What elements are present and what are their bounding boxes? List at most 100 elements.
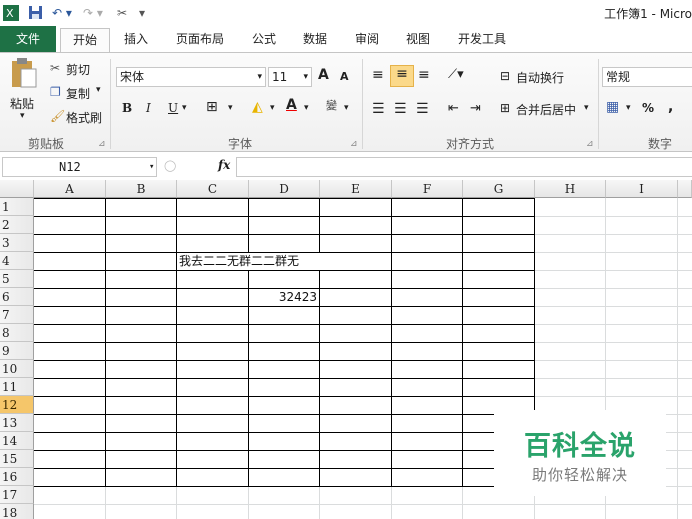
copy-button[interactable]: 复制 xyxy=(66,85,90,102)
number-format-select[interactable]: 常规 xyxy=(602,67,692,87)
chevron-down-icon[interactable]: ▾ xyxy=(149,158,154,176)
row-header[interactable]: 4 xyxy=(0,252,34,270)
align-top-icon[interactable]: ≡ xyxy=(372,67,384,83)
copy-icon[interactable]: ❐ xyxy=(50,85,61,99)
font-color-dropdown-icon[interactable]: ▾ xyxy=(304,103,309,113)
border-icon[interactable]: ⊞ xyxy=(206,99,218,115)
row-header[interactable]: 16 xyxy=(0,468,34,486)
tab-page-layout[interactable]: 页面布局 xyxy=(168,28,232,52)
formula-input[interactable] xyxy=(236,157,692,177)
row-header[interactable]: 15 xyxy=(0,450,34,468)
tab-view[interactable]: 视图 xyxy=(398,28,438,52)
percent-button[interactable]: % xyxy=(642,101,654,115)
row-header[interactable]: 1 xyxy=(0,198,34,216)
qat-dropdown-icon[interactable]: ▾ xyxy=(136,4,148,21)
accounting-icon[interactable]: ▦ xyxy=(606,99,619,115)
italic-button[interactable]: I xyxy=(146,101,151,115)
font-name-select[interactable]: 宋体 ▾ xyxy=(116,67,266,87)
align-right-icon[interactable]: ☰ xyxy=(416,101,429,117)
paste-button[interactable]: 粘贴 xyxy=(10,95,34,112)
tab-data[interactable]: 数据 xyxy=(295,28,335,52)
select-all-corner[interactable] xyxy=(0,180,34,198)
row-header[interactable]: 11 xyxy=(0,378,34,396)
column-header[interactable]: F xyxy=(392,180,463,198)
column-header[interactable]: D xyxy=(249,180,320,198)
row-header[interactable]: 2 xyxy=(0,216,34,234)
column-header[interactable]: A xyxy=(34,180,106,198)
cut-icon[interactable]: ✂ xyxy=(50,61,60,75)
row-header-selected[interactable]: 12 xyxy=(0,396,34,414)
cut-button[interactable]: 剪切 xyxy=(66,61,90,78)
column-header[interactable]: E xyxy=(320,180,392,198)
separator xyxy=(598,59,599,149)
comma-button[interactable]: , xyxy=(668,99,673,115)
save-icon[interactable] xyxy=(27,4,43,21)
row-header[interactable]: 6 xyxy=(0,288,34,306)
fill-color-dropdown-icon[interactable]: ▾ xyxy=(270,103,275,113)
column-header[interactable]: I xyxy=(606,180,678,198)
decrease-indent-icon[interactable]: ⇤ xyxy=(448,101,459,116)
row-header[interactable]: 3 xyxy=(0,234,34,252)
row-header[interactable]: 13 xyxy=(0,414,34,432)
row-header[interactable]: 7 xyxy=(0,306,34,324)
phonetic-dropdown-icon[interactable]: ▾ xyxy=(344,103,349,113)
merge-dropdown-icon[interactable]: ▾ xyxy=(584,103,589,113)
orientation-icon[interactable]: ⟋▾ xyxy=(448,67,464,82)
excel-app-icon[interactable]: X xyxy=(3,4,19,21)
tab-developer[interactable]: 开发工具 xyxy=(450,28,514,52)
border-dropdown-icon[interactable]: ▾ xyxy=(228,103,233,113)
tab-formulas[interactable]: 公式 xyxy=(244,28,284,52)
undo-icon[interactable]: ↶ ▾ xyxy=(49,4,75,21)
paste-dropdown-icon[interactable]: ▾ xyxy=(20,111,25,121)
name-box[interactable]: N12 ▾ xyxy=(2,157,157,177)
wrap-text-button[interactable]: 自动换行 xyxy=(516,69,564,86)
underline-dropdown-icon[interactable]: ▾ xyxy=(182,103,187,113)
tab-insert[interactable]: 插入 xyxy=(116,28,156,52)
row-header[interactable]: 8 xyxy=(0,324,34,342)
column-header[interactable]: B xyxy=(106,180,177,198)
row-header[interactable]: 10 xyxy=(0,360,34,378)
column-header[interactable]: H xyxy=(535,180,606,198)
row-header[interactable]: 17 xyxy=(0,486,34,504)
customize-icon[interactable]: ✂ xyxy=(112,4,132,21)
row-header[interactable]: 18 xyxy=(0,504,34,519)
paste-icon[interactable] xyxy=(10,57,38,92)
row-header[interactable]: 5 xyxy=(0,270,34,288)
tab-home[interactable]: 开始 xyxy=(60,28,110,52)
align-center-icon[interactable]: ☰ xyxy=(394,101,407,117)
merge-center-icon[interactable]: ⊞ xyxy=(500,101,510,115)
phonetic-icon[interactable]: 變 xyxy=(326,97,337,113)
column-header[interactable]: G xyxy=(463,180,535,198)
underline-button[interactable]: U xyxy=(168,101,178,115)
merge-center-button[interactable]: 合并后居中 xyxy=(516,101,576,118)
format-painter-icon[interactable]: 🖌 xyxy=(50,109,65,123)
shrink-font-button[interactable]: A xyxy=(340,70,349,83)
row-header[interactable]: 9 xyxy=(0,342,34,360)
row-header[interactable]: 14 xyxy=(0,432,34,450)
formula-bar-resize-icon[interactable]: ◯ xyxy=(164,159,176,172)
bold-button[interactable]: B xyxy=(122,101,132,115)
wrap-text-icon[interactable]: ⊟ xyxy=(500,69,510,83)
clipboard-launcher-icon[interactable]: ⊿ xyxy=(98,139,106,149)
align-middle-icon[interactable]: ≡ xyxy=(390,65,414,87)
tab-review[interactable]: 审阅 xyxy=(347,28,387,52)
redo-icon[interactable]: ↷ ▾ xyxy=(80,4,106,21)
tab-file[interactable]: 文件 xyxy=(0,26,56,52)
column-header[interactable] xyxy=(678,180,692,198)
insert-function-icon[interactable]: fx xyxy=(218,158,230,172)
alignment-launcher-icon[interactable]: ⊿ xyxy=(586,139,594,149)
format-painter-button[interactable]: 格式刷 xyxy=(66,109,102,126)
font-size-select[interactable]: 11 ▾ xyxy=(268,67,312,87)
copy-dropdown-icon[interactable]: ▾ xyxy=(96,85,101,95)
fill-color-icon[interactable]: ◭ xyxy=(252,99,263,115)
align-bottom-icon[interactable]: ≡ xyxy=(418,67,430,83)
font-launcher-icon[interactable]: ⊿ xyxy=(350,139,358,149)
accounting-dropdown-icon[interactable]: ▾ xyxy=(626,103,631,113)
increase-indent-icon[interactable]: ⇥ xyxy=(470,101,481,116)
cell-c4[interactable]: 我去二二无群二二群无 xyxy=(179,252,299,270)
column-header[interactable]: C xyxy=(177,180,249,198)
cell-d6[interactable]: 32423 xyxy=(249,288,317,306)
grow-font-button[interactable]: A xyxy=(318,67,329,83)
align-left-icon[interactable]: ☰ xyxy=(372,101,385,117)
font-color-icon[interactable]: A xyxy=(286,97,297,113)
